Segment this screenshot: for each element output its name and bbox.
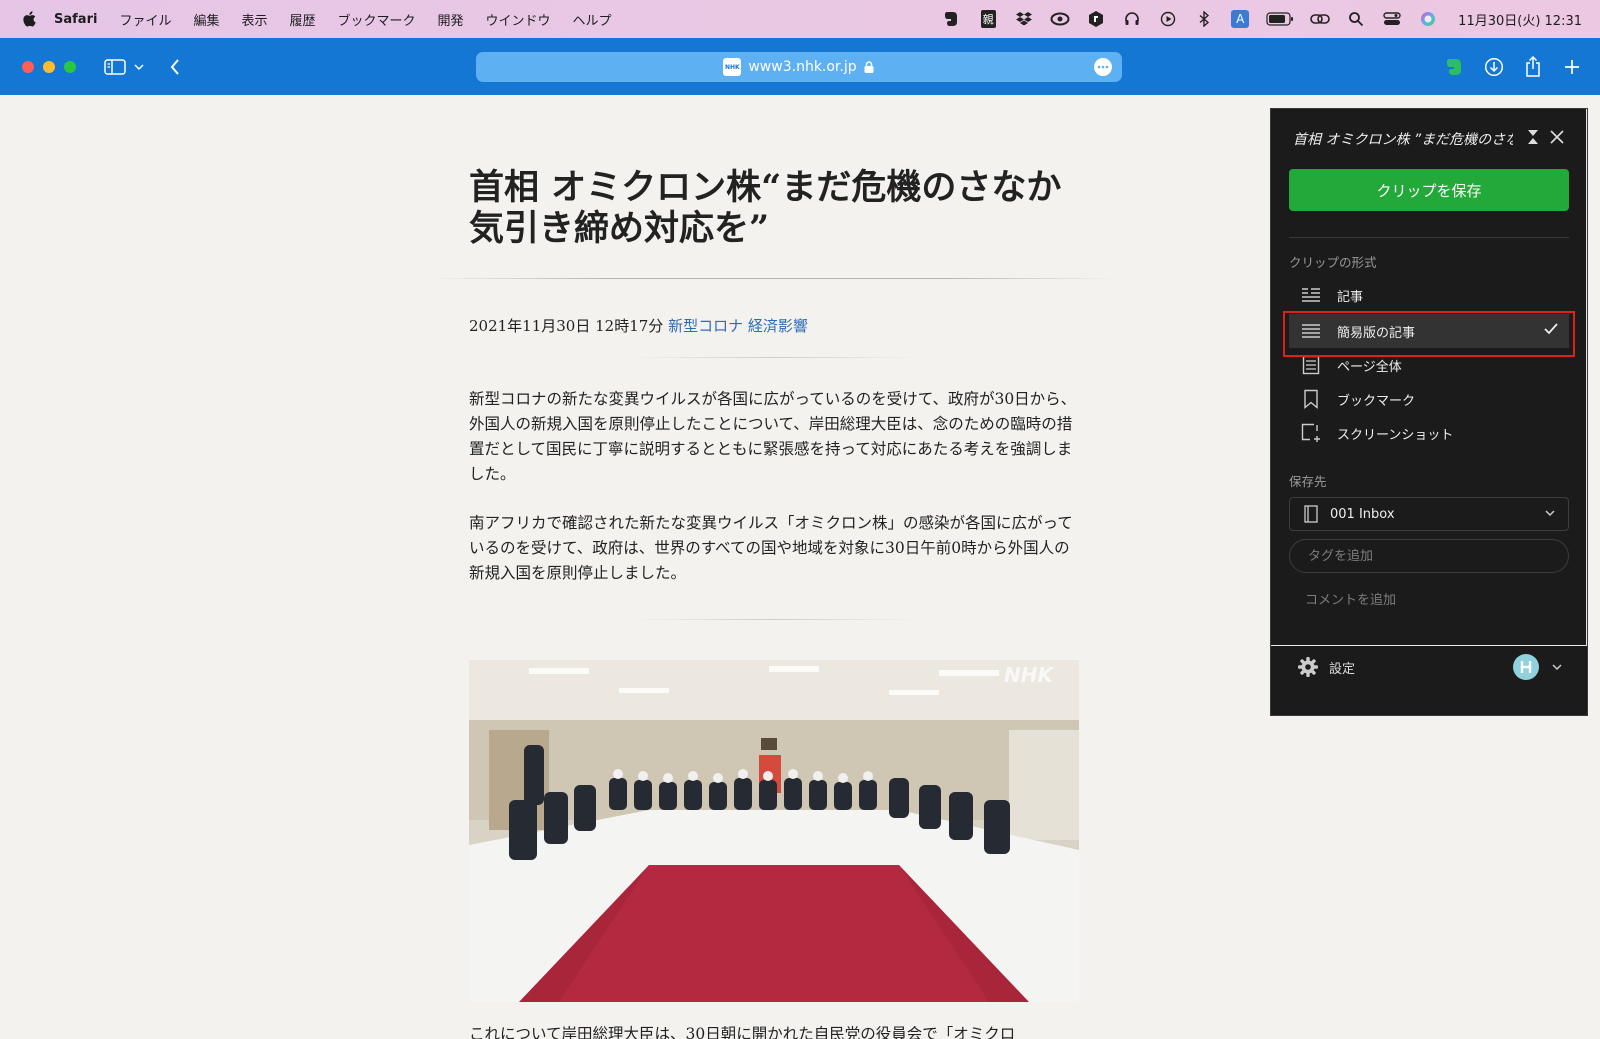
control-center-icon[interactable] [1382, 9, 1402, 29]
siri-icon[interactable] [1418, 9, 1438, 29]
format-option-bookmark[interactable]: ブックマーク [1289, 382, 1569, 416]
link-status-icon[interactable] [1310, 9, 1330, 29]
kanji-input-icon[interactable]: 親 [978, 9, 998, 29]
chevron-down-icon [1552, 664, 1562, 671]
play-icon[interactable] [1158, 9, 1178, 29]
kanji-input-label: 親 [980, 10, 996, 28]
format-option-screenshot[interactable]: スクリーンショット [1289, 416, 1569, 450]
clip-title[interactable]: 首相 オミクロン株 ”まだ危機のさなか 気引き締め対応を” [1293, 129, 1513, 149]
sidebar-menu-chevron-icon[interactable] [131, 55, 147, 79]
menu-history[interactable]: 履歴 [289, 10, 315, 29]
page-menu-icon[interactable] [1094, 58, 1112, 76]
close-icon[interactable] [1547, 127, 1567, 147]
save-clip-button[interactable]: クリップを保存 [1289, 169, 1569, 211]
notebook-select[interactable]: 001 Inbox [1289, 497, 1569, 531]
avatar [1513, 654, 1539, 680]
window-controls [22, 60, 76, 73]
lock-icon [864, 61, 874, 73]
web-clipper-footer: 設定 [1271, 646, 1587, 716]
evernote-extension-icon[interactable] [1443, 55, 1467, 79]
minimize-window-button[interactable] [43, 60, 55, 73]
spotlight-search-icon[interactable] [1346, 9, 1366, 29]
url-text: www3.nhk.or.jp [748, 59, 857, 75]
downloads-icon[interactable] [1482, 55, 1506, 79]
article-format-icon [1299, 285, 1323, 305]
menu-bar-status-area: 親 A 11月30日(火) 12:31 [942, 0, 1582, 38]
bluetooth-icon[interactable] [1194, 9, 1214, 29]
tag-link-covid[interactable]: 新型コロナ [668, 317, 743, 335]
account-menu[interactable] [1513, 654, 1563, 680]
web-clipper-body: 首相 オミクロン株 ”まだ危機のさなか 気引き締め対応を” クリップを保存 クリ… [1271, 109, 1587, 646]
collapse-icon[interactable] [1523, 127, 1543, 147]
apple-icon[interactable] [20, 9, 40, 29]
article-paragraph-3: これについて岸田総理大臣は、30日朝に開かれた自民党の役員会で「オミクロ [469, 1025, 1016, 1039]
shield-app-icon[interactable] [1086, 9, 1106, 29]
input-source-icon[interactable]: A [1230, 9, 1250, 29]
format-option-label: スクリーンショット [1337, 427, 1454, 443]
menu-window[interactable]: ウインドウ [486, 10, 551, 29]
back-button[interactable] [163, 55, 187, 79]
battery-icon[interactable] [1266, 9, 1294, 29]
article-paragraph-1: 新型コロナの新たな変異ウイルスが各国に広がっているのを受けて、政府が30日から、… [469, 390, 1077, 483]
title-divider [429, 278, 1119, 279]
web-clipper-panel: 首相 オミクロン株 ”まだ危機のさなか 気引き締め対応を” クリップを保存 クリ… [1270, 108, 1588, 716]
notebook-name: 001 Inbox [1330, 506, 1395, 522]
nhk-favicon-icon: NHK [723, 58, 742, 76]
gear-icon [1297, 656, 1319, 678]
article-paragraph-2: 南アフリカで確認された新たな変異ウイルス「オミクロン株」の感染が各国に広がってい… [469, 514, 1073, 582]
evernote-status-icon[interactable] [942, 9, 962, 29]
panel-divider [1289, 237, 1569, 238]
save-destination-label: 保存先 [1289, 474, 1327, 489]
section-divider [629, 619, 919, 620]
menu-bookmarks[interactable]: ブックマーク [338, 10, 416, 29]
format-option-label: 記事 [1337, 289, 1364, 305]
menu-develop[interactable]: 開発 [438, 10, 464, 29]
menu-bar: Safari ファイル 編集 表示 履歴 ブックマーク 開発 ウインドウ ヘルプ… [0, 0, 1600, 38]
close-window-button[interactable] [22, 60, 34, 73]
dropbox-icon[interactable] [1014, 9, 1034, 29]
favicon-label: NHK [725, 63, 740, 71]
sidebar-toggle-icon[interactable] [103, 55, 127, 79]
settings-button[interactable]: 設定 [1297, 656, 1355, 678]
headphones-icon[interactable] [1122, 9, 1142, 29]
zoom-window-button[interactable] [64, 60, 76, 73]
full-page-icon [1299, 355, 1323, 375]
format-option-label: ページ全体 [1337, 359, 1402, 375]
address-bar[interactable]: NHK www3.nhk.or.jp [476, 52, 1122, 82]
menu-view[interactable]: 表示 [241, 10, 267, 29]
notebook-icon [1304, 505, 1318, 523]
menu-file[interactable]: ファイル [119, 10, 171, 29]
new-tab-icon[interactable] [1560, 55, 1584, 79]
share-icon[interactable] [1521, 55, 1545, 79]
menu-bar-clock[interactable]: 11月30日(火) 12:31 [1458, 10, 1582, 29]
chevron-down-icon [1545, 510, 1555, 517]
selection-highlight-box [1283, 311, 1575, 357]
bookmark-icon [1299, 389, 1323, 409]
screenshot-icon [1299, 423, 1323, 443]
browser-toolbar: NHK www3.nhk.or.jp [0, 38, 1600, 95]
article-photo: NHK [469, 660, 1079, 1002]
article-title: 首相 オミクロン株“まだ危機のさなか 気引き締め対応を” [469, 167, 1062, 249]
article-meta: 2021年11月30日 12時17分 新型コロナ 経済影響 [469, 315, 808, 336]
menu-app-safari[interactable]: Safari [54, 12, 97, 27]
photo-watermark: NHK [1004, 663, 1054, 687]
tag-link-economy[interactable]: 経済影響 [748, 317, 808, 335]
chevron-left-icon [170, 59, 179, 75]
creative-cloud-icon[interactable] [1050, 9, 1070, 29]
menu-help[interactable]: ヘルプ [573, 10, 612, 29]
add-comment-input[interactable] [1289, 581, 1569, 619]
article-date: 2021年11月30日 12時17分 [469, 317, 664, 335]
input-source-label: A [1231, 10, 1250, 28]
settings-label: 設定 [1329, 661, 1356, 677]
clip-format-label: クリップの形式 [1289, 255, 1377, 270]
format-option-label: ブックマーク [1337, 393, 1416, 409]
meta-divider [629, 357, 919, 358]
add-tags-input[interactable] [1289, 539, 1569, 573]
menu-edit[interactable]: 編集 [193, 10, 219, 29]
format-option-article[interactable]: 記事 [1289, 278, 1569, 312]
